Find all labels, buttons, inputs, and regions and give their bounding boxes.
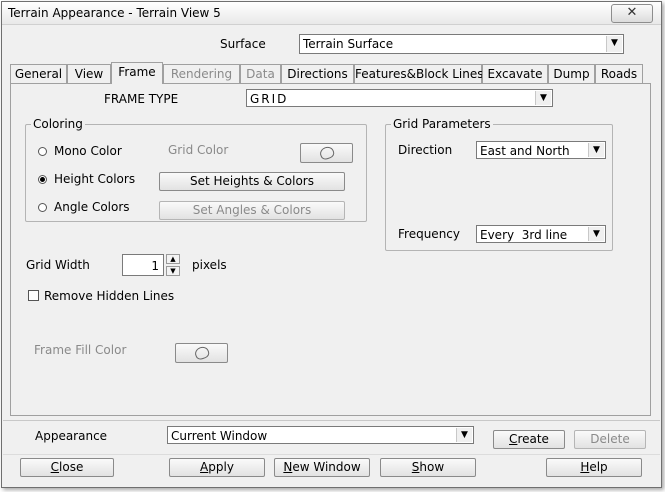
color-picker-icon [192,344,211,361]
frame-type-select[interactable]: GRID ▼ [246,89,553,107]
surface-select[interactable]: Terrain Surface ▼ [299,34,624,54]
frame-type-label: FRAME TYPE [104,92,179,106]
grid-width-unit: pixels [192,258,227,272]
grid-width-spinner[interactable]: ▲ ▼ [166,254,180,276]
color-picker-icon [317,144,336,161]
direction-select[interactable]: East and North ▼ [476,141,606,159]
grid-width-input[interactable]: 1 [122,254,164,276]
new-window-button[interactable]: New Window [274,458,370,477]
grid-width-value: 1 [151,259,159,273]
grid-parameters-title: Grid Parameters [391,117,493,131]
appearance-label: Appearance [35,429,108,443]
frame-type-value: GRID [250,92,289,106]
set-heights-colors-button[interactable]: Set Heights & Colors [159,172,345,191]
tab-rendering: Rendering [163,64,240,83]
spin-down-icon[interactable]: ▼ [166,266,180,276]
tab-roads[interactable]: Roads [595,64,643,83]
remove-hidden-lines-checkbox[interactable] [28,290,39,301]
direction-label: Direction [398,143,453,157]
chevron-down-icon: ▼ [588,143,604,157]
delete-button: Delete [574,430,646,449]
surface-value: Terrain Surface [303,37,394,51]
frame-fill-color-label: Frame Fill Color [34,343,127,357]
close-icon: ✕ [626,5,638,20]
appearance-select[interactable]: Current Window ▼ [167,426,474,444]
grid-color-button[interactable] [300,143,353,163]
coloring-group: Coloring Mono Color Height Colors Angle … [25,117,367,222]
height-colors-radio[interactable] [38,175,47,184]
window-title: Terrain Appearance - Terrain View 5 [8,6,221,20]
grid-parameters-group: Grid Parameters Direction East and North… [385,117,613,251]
tab-data: Data [240,64,281,83]
tab-excavate[interactable]: Excavate [482,64,548,83]
appearance-value: Current Window [171,429,268,443]
tab-directions[interactable]: Directions [281,64,354,83]
tab-features-block-lines[interactable]: Features&Block Lines [354,64,483,83]
grid-color-label: Grid Color [168,143,229,157]
tab-frame[interactable]: Frame [111,62,163,84]
mono-color-radio[interactable] [38,147,47,156]
set-angles-colors-button: Set Angles & Colors [159,201,345,220]
close-window-button[interactable]: ✕ [611,4,653,23]
terrain-appearance-dialog: Terrain Appearance - Terrain View 5 ✕ Su… [1,1,662,488]
angle-colors-label[interactable]: Angle Colors [54,200,130,214]
surface-label: Surface [220,37,266,51]
help-button[interactable]: Help [546,458,642,477]
grid-width-label: Grid Width [26,258,90,272]
remove-hidden-lines-label[interactable]: Remove Hidden Lines [44,289,174,303]
height-colors-label[interactable]: Height Colors [54,172,135,186]
frequency-value: Every 3rd line [480,228,568,242]
frame-tab-panel: FRAME TYPE GRID ▼ Coloring Mono Color He… [10,83,651,416]
frequency-select[interactable]: Every 3rd line ▼ [476,225,606,243]
frame-fill-color-button[interactable] [175,343,228,363]
create-button[interactable]: Create [493,430,565,449]
chevron-down-icon: ▼ [456,428,472,442]
spin-up-icon[interactable]: ▲ [166,254,180,264]
show-button[interactable]: Show [380,458,476,477]
separator [3,420,660,421]
direction-value: East and North [480,144,570,158]
tab-view[interactable]: View [67,64,111,83]
title-bar: Terrain Appearance - Terrain View 5 ✕ [2,2,661,25]
close-button[interactable]: Close [20,458,114,477]
chevron-down-icon: ▼ [588,227,604,241]
mono-color-label[interactable]: Mono Color [54,144,122,158]
frequency-label: Frequency [398,227,460,241]
tab-general[interactable]: General [10,64,67,83]
separator [3,454,660,455]
apply-button[interactable]: Apply [169,458,265,477]
chevron-down-icon: ▼ [606,36,622,52]
coloring-title: Coloring [31,117,85,131]
tab-dump[interactable]: Dump [548,64,595,83]
angle-colors-radio[interactable] [38,203,47,212]
chevron-down-icon: ▼ [535,91,551,105]
